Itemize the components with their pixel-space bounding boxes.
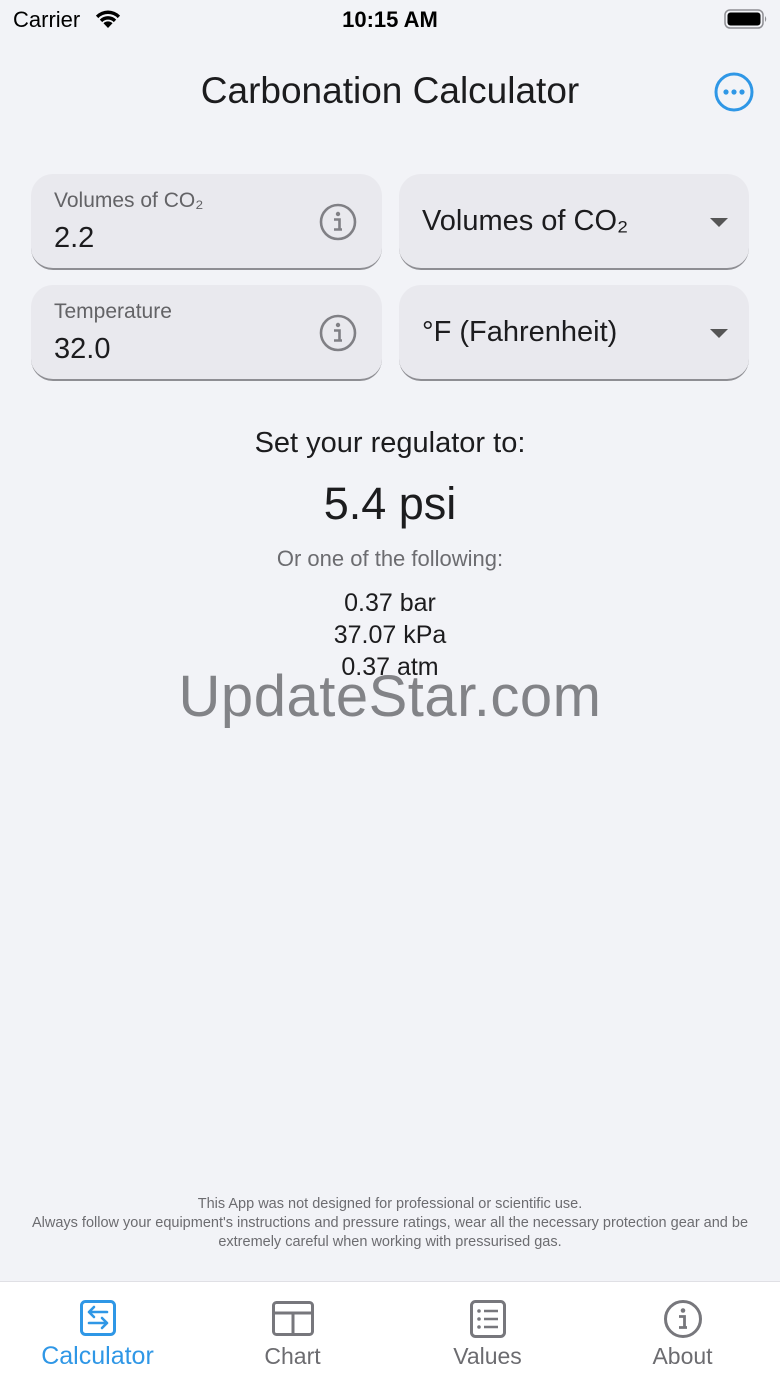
volumes-value: 2.2: [54, 222, 95, 254]
temperature-unit-select[interactable]: °F (Fahrenheit): [399, 285, 749, 381]
chart-table-icon: [271, 1299, 315, 1339]
disclaimer: This App was not designed for profession…: [20, 1195, 760, 1252]
tab-label: Calculator: [41, 1342, 154, 1370]
watermark: UpdateStar.com: [178, 664, 602, 729]
tab-chart[interactable]: Chart: [195, 1282, 390, 1387]
tab-label: Chart: [264, 1343, 321, 1369]
dropdown-caret-icon: [710, 329, 728, 338]
temperature-value: 32.0: [54, 333, 111, 365]
volumes-label: Volumes of CO₂: [54, 189, 204, 212]
info-circle-icon: [661, 1299, 705, 1339]
volumes-unit-select[interactable]: Volumes of CO₂: [399, 174, 749, 270]
status-bar: Carrier 10:15 AM: [0, 0, 780, 40]
info-icon[interactable]: [319, 314, 357, 352]
status-time: 10:15 AM: [342, 7, 438, 32]
calculator-swap-icon: [76, 1299, 120, 1339]
result-psi: 5.4 psi: [323, 478, 457, 529]
temperature-label: Temperature: [54, 300, 172, 323]
tab-label: About: [652, 1343, 713, 1369]
more-options-button[interactable]: [713, 71, 755, 113]
result-heading: Set your regulator to:: [254, 427, 526, 459]
temperature-unit-selected: °F (Fahrenheit): [422, 316, 618, 348]
dropdown-caret-icon: [710, 218, 728, 227]
info-icon[interactable]: [319, 203, 357, 241]
disclaimer-line-2: Always follow your equipment's instructi…: [31, 1215, 749, 1250]
volumes-field[interactable]: Volumes of CO₂ 2.2: [31, 174, 382, 270]
tab-about[interactable]: About: [585, 1282, 780, 1387]
disclaimer-line-1: This App was not designed for profession…: [197, 1196, 583, 1212]
tab-bar: Calculator Chart Values About: [0, 1281, 780, 1387]
page-title: Carbonation Calculator: [200, 70, 580, 111]
ellipsis-circle-icon: [714, 72, 754, 112]
alt-kpa: 37.07 kPa: [333, 621, 447, 649]
tab-calculator[interactable]: Calculator: [0, 1282, 195, 1387]
list-values-icon: [466, 1299, 510, 1339]
alt-bar: 0.37 bar: [344, 589, 436, 617]
temperature-field[interactable]: Temperature 32.0: [31, 285, 382, 381]
tab-values[interactable]: Values: [390, 1282, 585, 1387]
volumes-unit-selected: Volumes of CO₂: [422, 205, 629, 237]
tab-label: Values: [453, 1343, 522, 1369]
battery-full-icon: [724, 9, 768, 29]
result-subheading: Or one of the following:: [276, 546, 504, 571]
